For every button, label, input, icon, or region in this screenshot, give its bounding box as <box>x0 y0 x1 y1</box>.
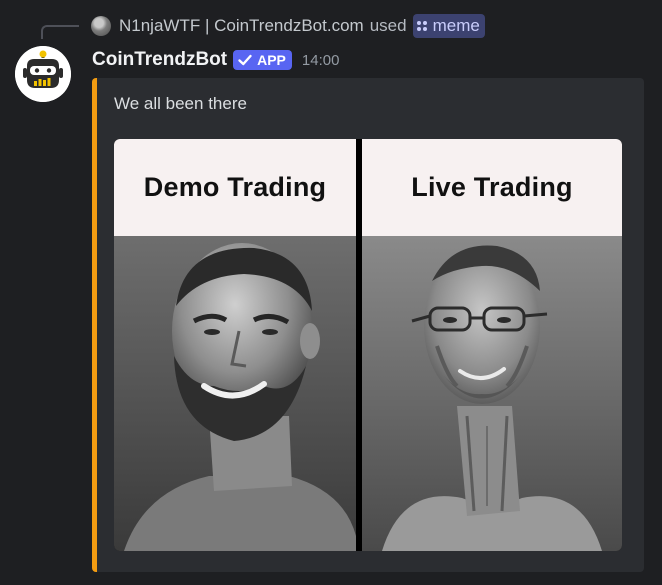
command-name: meme <box>432 16 480 35</box>
gaunt-portrait-illustration <box>362 236 622 551</box>
meme-image[interactable]: Demo Trading Live Trading <box>114 139 622 551</box>
chad-portrait-illustration <box>114 236 356 551</box>
robot-icon <box>15 46 71 102</box>
message-embed: We all been there Demo Trading Live Trad… <box>92 78 644 572</box>
checkmark-icon <box>238 54 252 66</box>
chat-message: N1njaWTF | CoinTrendzBot.com used meme C… <box>0 0 662 585</box>
author-name[interactable]: CoinTrendzBot <box>92 49 227 71</box>
reply-connector <box>41 25 79 39</box>
embed-description: We all been there <box>114 94 247 113</box>
slash-command-chip[interactable]: meme <box>412 14 485 38</box>
meme-panel-right: Live Trading <box>362 139 622 551</box>
bot-avatar[interactable] <box>15 46 71 102</box>
meme-panel-left-header: Demo Trading <box>114 139 356 236</box>
meme-left-label: Demo Trading <box>143 172 327 202</box>
message-header: CoinTrendzBot APP 14:00 <box>92 47 339 73</box>
command-icon <box>416 21 427 31</box>
embed-accent-bar <box>92 78 97 572</box>
app-badge-label: APP <box>257 52 286 68</box>
app-badge: APP <box>233 50 292 70</box>
reply-used-text: used <box>369 16 407 35</box>
reply-user-avatar[interactable] <box>91 16 111 36</box>
reply-username[interactable]: N1njaWTF | CoinTrendzBot.com <box>119 16 364 36</box>
meme-panel-left: Demo Trading <box>114 139 356 551</box>
meme-right-label: Live Trading <box>411 172 573 202</box>
meme-panel-right-header: Live Trading <box>362 139 622 236</box>
message-timestamp[interactable]: 14:00 <box>302 52 340 69</box>
command-use-line[interactable]: N1njaWTF | CoinTrendzBot.com used meme <box>91 14 485 38</box>
